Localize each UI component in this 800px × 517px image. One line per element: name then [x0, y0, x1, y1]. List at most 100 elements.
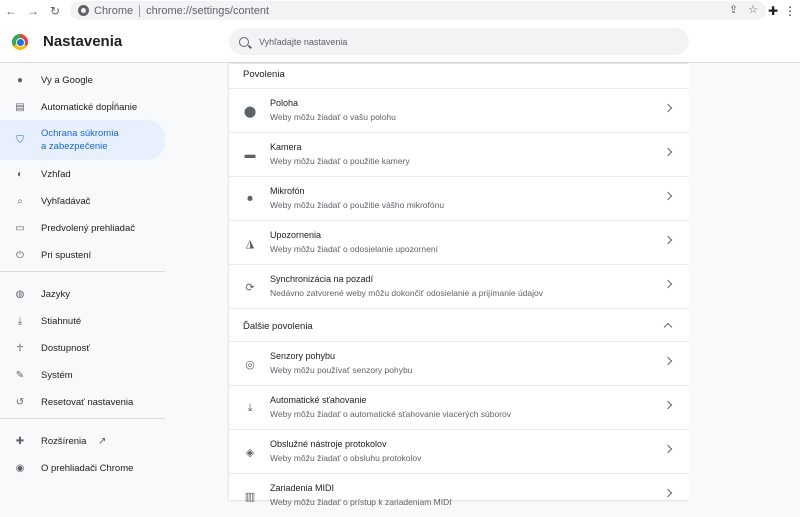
sidebar-item-label: Vy a Google — [41, 74, 93, 86]
palette-icon: ◐ — [16, 168, 24, 180]
permission-row-camera[interactable]: ▬ Kamera Weby môžu žiadať o použitie kam… — [229, 132, 689, 176]
sidebar-item-system[interactable]: ✎ Systém — [0, 363, 165, 387]
sidebar-item-label: Rozšírenia — [41, 435, 87, 447]
chevron-up-icon — [663, 322, 673, 332]
sidebar-item-label: Automatické dopĺňanie — [41, 101, 138, 113]
download-icon: ⤓ — [17, 315, 23, 327]
sidebar-item-autofill[interactable]: ▤ Automatické dopĺňanie — [0, 95, 165, 119]
bookmark-star-icon[interactable]: ☆ — [748, 3, 758, 16]
settings-header: Nastavenia — [0, 21, 800, 63]
sidebar-divider — [0, 418, 165, 419]
permission-row-notifications[interactable]: ◮ Upozornenia Weby môžu žiadať o odosiel… — [229, 220, 689, 264]
row-subtitle: Weby môžu používať senzory pohybu — [270, 365, 413, 375]
extensions-puzzle-icon[interactable]: ✚ — [768, 4, 778, 18]
browser-toolbar: ← → ↻ Chrome chrome://settings/content ⇪… — [0, 0, 800, 21]
chrome-logo-icon — [12, 34, 28, 50]
globe-icon: ◍ — [15, 288, 25, 300]
chevron-right-icon — [663, 400, 673, 410]
sidebar-item-on-startup[interactable]: ⏻ Pri spustení — [0, 243, 165, 267]
sidebar-item-label: Vyhľadávač — [41, 195, 91, 207]
address-url[interactable]: chrome://settings/content — [146, 5, 269, 17]
chevron-right-icon — [663, 356, 673, 366]
row-title: Zariadenia MIDI — [270, 483, 335, 493]
sidebar-item-label: Stiahnuté — [41, 315, 82, 327]
sidebar-item-extensions[interactable]: ✚ Rozšírenia ↗ — [0, 429, 165, 453]
row-title: Automatické sťahovanie — [270, 395, 367, 405]
share-icon[interactable]: ⇪ — [729, 3, 738, 16]
row-title: Obslužné nástroje protokolov — [270, 439, 387, 449]
sidebar-item-accessibility[interactable]: ☥ Dostupnosť — [0, 336, 165, 360]
sidebar-item-label: Jazyky — [41, 288, 71, 300]
sidebar-item-privacy[interactable]: ⛉ Ochrana súkromia a zabezpečenie — [0, 120, 165, 160]
permission-row-microphone[interactable]: ⏺ Mikrofón Weby môžu žiadať o použitie v… — [229, 176, 689, 220]
sidebar-item-search-engine[interactable]: ⌕ Vyhľadávač — [0, 189, 165, 213]
permission-row-background-sync[interactable]: ⟳ Synchronizácia na pozadí Nedávno zatvo… — [229, 264, 689, 308]
page-title: Nastavenia — [43, 33, 123, 50]
open-external-icon: ↗ — [98, 435, 107, 447]
protocol-icon: ◈ — [245, 446, 255, 459]
microphone-icon: ⏺ — [247, 192, 253, 205]
permission-row-protocol-handlers[interactable]: ◈ Obslužné nástroje protokolov Weby môžu… — [229, 429, 689, 473]
chevron-right-icon — [663, 279, 673, 289]
reload-icon[interactable]: ↻ — [44, 0, 66, 21]
chrome-icon: ◉ — [15, 462, 25, 474]
chevron-right-icon — [663, 444, 673, 454]
sidebar-item-label: Pri spustení — [41, 249, 92, 261]
row-subtitle: Weby môžu žiadať o prístup k zariadeniam… — [270, 497, 452, 507]
camera-icon: ▬ — [244, 149, 256, 161]
shield-icon: ⛉ — [16, 134, 24, 146]
sidebar-item-label: Systém — [41, 369, 73, 381]
row-subtitle: Weby môžu žiadať o použitie vášho mikrof… — [270, 200, 445, 210]
sidebar-item-label: Vzhľad — [41, 168, 71, 180]
permission-row-automatic-downloads[interactable]: ⤓ Automatické sťahovanie Weby môžu žiada… — [229, 385, 689, 429]
sync-icon: ⟳ — [245, 281, 255, 294]
chevron-right-icon — [663, 147, 673, 157]
chevron-right-icon — [663, 103, 673, 113]
clipboard-icon: ▤ — [15, 101, 25, 113]
puzzle-icon: ✚ — [15, 435, 25, 447]
permission-row-motion-sensors[interactable]: ◎ Senzory pohybu Weby môžu používať senz… — [229, 341, 689, 385]
browser-icon: ▭ — [15, 222, 25, 234]
sidebar-item-label: Ochrana súkromia a zabezpečenie — [41, 128, 119, 152]
address-bar[interactable]: Chrome chrome://settings/content ⇪ ☆ — [70, 1, 766, 20]
sidebar-item-vy-a-google[interactable]: ● Vy a Google — [0, 68, 165, 92]
search-box[interactable] — [229, 28, 689, 55]
row-subtitle: Weby môžu žiadať o obsluhu protokolov — [270, 453, 422, 463]
sidebar-item-languages[interactable]: ◍ Jazyky — [0, 282, 165, 306]
sidebar-item-label: O prehliadači Chrome — [41, 462, 134, 474]
chevron-right-icon — [663, 235, 673, 245]
search-input[interactable] — [259, 36, 659, 47]
row-title: Poloha — [270, 98, 299, 108]
chevron-right-icon — [663, 488, 673, 498]
section-toggle-more-permissions[interactable]: Ďalšie povolenia — [229, 308, 689, 340]
chevron-right-icon — [663, 191, 673, 201]
bell-icon: ◮ — [245, 237, 255, 250]
sidebar-item-reset[interactable]: ↺ Resetovať nastavenia — [0, 390, 165, 414]
row-title: Synchronizácia na pozadí — [270, 274, 374, 284]
person-icon: ● — [16, 74, 24, 86]
forward-icon[interactable]: → — [22, 0, 44, 21]
sidebar-item-about-chrome[interactable]: ◉ O prehliadači Chrome — [0, 456, 165, 480]
back-icon[interactable]: ← — [0, 0, 22, 21]
row-title: Kamera — [270, 142, 302, 152]
permission-row-midi-devices[interactable]: ▥ Zariadenia MIDI Weby môžu žiadať o prí… — [229, 473, 689, 517]
wrench-icon: ✎ — [15, 369, 25, 381]
sidebar-item-downloads[interactable]: ⤓ Stiahnuté — [0, 309, 165, 333]
sidebar: ● Vy a Google ▤ Automatické dopĺňanie ⛉ … — [0, 64, 175, 500]
row-subtitle: Weby môžu žiadať o použitie kamery — [270, 156, 410, 166]
row-subtitle: Weby môžu žiadať o odosielanie upozornen… — [270, 244, 438, 254]
row-title: Mikrofón — [270, 186, 305, 196]
address-separator — [139, 4, 141, 17]
sidebar-item-appearance[interactable]: ◐ Vzhľad — [0, 162, 165, 186]
sidebar-item-default-browser[interactable]: ▭ Predvolený prehliadač — [0, 216, 165, 240]
location-icon: ⬤ — [243, 105, 257, 118]
sidebar-item-label: Predvolený prehliadač — [41, 222, 136, 234]
history-icon: ↺ — [15, 396, 25, 408]
site-info-icon[interactable] — [78, 5, 89, 16]
sidebar-item-label: Dostupnosť — [41, 342, 90, 354]
menu-dots-icon[interactable]: ⋮ — [784, 4, 796, 18]
power-icon: ⏻ — [16, 249, 24, 261]
row-subtitle: Weby môžu žiadať o automatické sťahovani… — [270, 409, 512, 419]
section-heading-more: Ďalšie povolenia — [243, 321, 313, 332]
permission-row-location[interactable]: ⬤ Poloha Weby môžu žiadať o vašu polohu — [229, 88, 689, 132]
